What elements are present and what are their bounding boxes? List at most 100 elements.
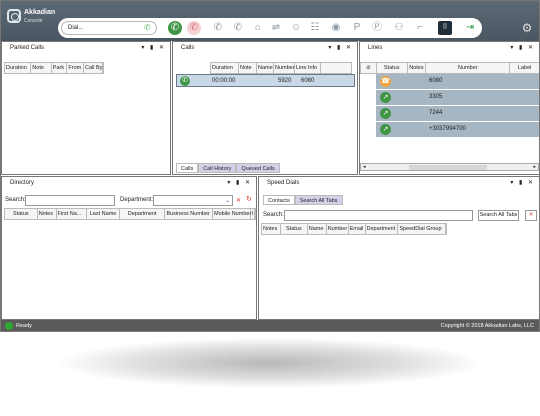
refresh-icon[interactable]: ↻ bbox=[246, 195, 252, 203]
column-header: Number bbox=[327, 224, 349, 234]
scroll-right-icon[interactable]: ▸ bbox=[533, 164, 536, 170]
top-toolbar: Akkadian Console Dial... ✆ ✆ ✆ ✆ ✆ ⌂ ⇌ ☺… bbox=[1, 1, 539, 41]
end-call-icon[interactable]: ✆ bbox=[187, 21, 201, 35]
panel-header: Directory ▾ ▮ ✕ bbox=[2, 177, 256, 189]
column-header: Department bbox=[120, 209, 166, 219]
speed-search-label: Search: bbox=[263, 212, 284, 218]
directory-table-header: Status Notes First Na... Last Name Depar… bbox=[4, 208, 256, 220]
call-line-info: 6080 bbox=[301, 78, 315, 84]
lines-panel: Lines ▾ ▮ ✕ ⊘ Status Notes Number Label … bbox=[359, 41, 539, 175]
status-bar: Ready Copyright © 2018 Akkadian Labs, LL… bbox=[1, 320, 539, 331]
group-icon[interactable]: ⚇ bbox=[392, 21, 406, 35]
speed-search-input[interactable] bbox=[284, 210, 473, 221]
department-label: Department: bbox=[120, 197, 154, 203]
parked-table-header: Duration Note Park From Call By bbox=[4, 62, 104, 74]
column-header: Department bbox=[366, 224, 399, 234]
directory-search-input[interactable] bbox=[25, 195, 115, 206]
column-header: Status bbox=[281, 224, 308, 234]
tab-search-all-tabs[interactable]: Search All Tabs bbox=[294, 195, 343, 205]
speed-dials-panel: Speed Dials ▾ ▮ ✕ Contacts Search All Ta… bbox=[258, 176, 539, 320]
line-status-icon: ↗ bbox=[380, 108, 391, 119]
speed-dials-tabs: Contacts Search All Tabs bbox=[263, 195, 343, 205]
park-icon[interactable]: P bbox=[350, 21, 364, 35]
panel-title: Calls bbox=[181, 45, 195, 51]
dial-input[interactable]: Dial... ✆ bbox=[61, 21, 157, 35]
hold-icon[interactable]: ⇌ bbox=[269, 21, 283, 35]
app-brand: Akkadian bbox=[24, 9, 56, 16]
panel-header: Lines ▾ ▮ ✕ bbox=[360, 42, 539, 54]
column-header: Call By bbox=[85, 63, 103, 73]
panel-controls[interactable]: ▾ ▮ ✕ bbox=[328, 44, 353, 51]
line-number: 6080 bbox=[429, 78, 443, 84]
status-text: Ready bbox=[16, 323, 32, 329]
line-status-icon: ↗ bbox=[380, 92, 391, 103]
panel-title: Directory bbox=[10, 180, 35, 186]
column-header: Duration bbox=[211, 63, 239, 73]
forward-icon[interactable]: ✆ bbox=[231, 21, 245, 35]
app-window: Akkadian Console Dial... ✆ ✆ ✆ ✆ ✆ ⌂ ⇌ ☺… bbox=[0, 0, 540, 332]
column-header: Notes bbox=[38, 209, 57, 219]
column-header: Note bbox=[31, 63, 52, 73]
parked-calls-panel: Parked Calls ▾ ▮ ✕ Duration Note Park Fr… bbox=[1, 41, 171, 175]
voicemail-icon[interactable]: ⌐ bbox=[413, 21, 427, 35]
column-header: Park bbox=[52, 63, 68, 73]
column-header: I bbox=[251, 209, 255, 219]
panel-controls[interactable]: ▾ ▮ ✕ bbox=[510, 179, 535, 186]
line-row[interactable]: ↗ 3305 bbox=[376, 90, 539, 105]
column-header: First Na... bbox=[57, 209, 88, 219]
column-header: Email bbox=[349, 224, 366, 234]
calls-table-header: Duration Note Name Number Line Info bbox=[210, 62, 352, 74]
panel-controls[interactable]: ▾ ▮ ✕ bbox=[510, 44, 535, 51]
dial-call-icon: ✆ bbox=[144, 23, 151, 32]
column-header: Status bbox=[5, 209, 38, 219]
line-row[interactable]: ↗ 7244 bbox=[376, 106, 539, 121]
scroll-thumb[interactable] bbox=[409, 165, 487, 170]
scroll-left-icon[interactable]: ◂ bbox=[363, 164, 366, 170]
gear-icon[interactable]: ⚙ bbox=[521, 22, 533, 34]
line-row[interactable]: ↗ +3037994700 bbox=[376, 122, 539, 137]
column-header: Mobile Number bbox=[213, 209, 252, 219]
column-header: SpeedDial Group bbox=[398, 224, 446, 234]
panel-controls[interactable]: ▾ ▮ ✕ bbox=[227, 179, 252, 186]
call-number: 5920 bbox=[278, 78, 292, 84]
directory-search-label: Search: bbox=[5, 197, 26, 203]
filter-icon[interactable]: ⊘ bbox=[361, 63, 377, 73]
akkadian-logo-icon bbox=[7, 9, 21, 23]
column-header: Label bbox=[510, 63, 539, 73]
dial-placeholder: Dial... bbox=[68, 25, 84, 31]
answer-call-icon[interactable]: ✆ bbox=[168, 21, 182, 35]
retrieve-park-icon[interactable]: Ⓟ bbox=[370, 21, 384, 35]
column-header: Note bbox=[239, 63, 257, 73]
broadcast-icon[interactable]: ◉ bbox=[329, 21, 343, 35]
line-status-icon: ↗ bbox=[380, 124, 391, 135]
column-header: Duration bbox=[5, 63, 32, 73]
conference-icon[interactable]: ☺ bbox=[289, 21, 303, 35]
call-row[interactable]: ✆ 00:00:00 5920 6080 bbox=[176, 74, 355, 87]
clear-search-icon[interactable]: ✕ bbox=[525, 210, 537, 221]
tab-call-history[interactable]: Call History bbox=[198, 163, 237, 173]
department-select[interactable]: ⌄ bbox=[153, 195, 233, 206]
lines-scrollbar[interactable]: ◂ ▸ bbox=[360, 163, 539, 171]
users-icon[interactable]: ☷ bbox=[308, 21, 322, 35]
column-header: Notes bbox=[408, 63, 427, 73]
tab-queued-calls[interactable]: Queued Calls bbox=[236, 163, 280, 173]
tab-contacts[interactable]: Contacts bbox=[263, 195, 295, 205]
column-header: Number bbox=[275, 63, 295, 73]
ringing-line-icon: ☎ bbox=[380, 76, 391, 87]
panel-controls[interactable]: ▾ ▮ ✕ bbox=[141, 44, 166, 51]
park-up-icon[interactable]: ⌂ bbox=[251, 21, 265, 35]
search-all-tabs-button[interactable]: Search All Tabs bbox=[478, 210, 519, 221]
login-icon[interactable]: ⇥ bbox=[463, 21, 477, 35]
line-row[interactable]: ☎ 6080 bbox=[376, 74, 539, 89]
clear-icon[interactable]: ✕ bbox=[236, 197, 241, 204]
tab-calls[interactable]: Calls bbox=[176, 163, 199, 173]
keypad-icon[interactable]: ⠿ bbox=[438, 21, 452, 35]
speed-table-header: Notes Status Name Number Email Departmen… bbox=[261, 223, 447, 235]
panel-header: Speed Dials ▾ ▮ ✕ bbox=[259, 177, 539, 189]
column-header: Business Number bbox=[165, 209, 213, 219]
line-number: 3305 bbox=[429, 94, 443, 100]
transfer-icon[interactable]: ✆ bbox=[211, 21, 225, 35]
column-header: Name bbox=[308, 224, 327, 234]
panel-header: Parked Calls ▾ ▮ ✕ bbox=[2, 42, 170, 54]
column-header: Number bbox=[426, 63, 511, 73]
